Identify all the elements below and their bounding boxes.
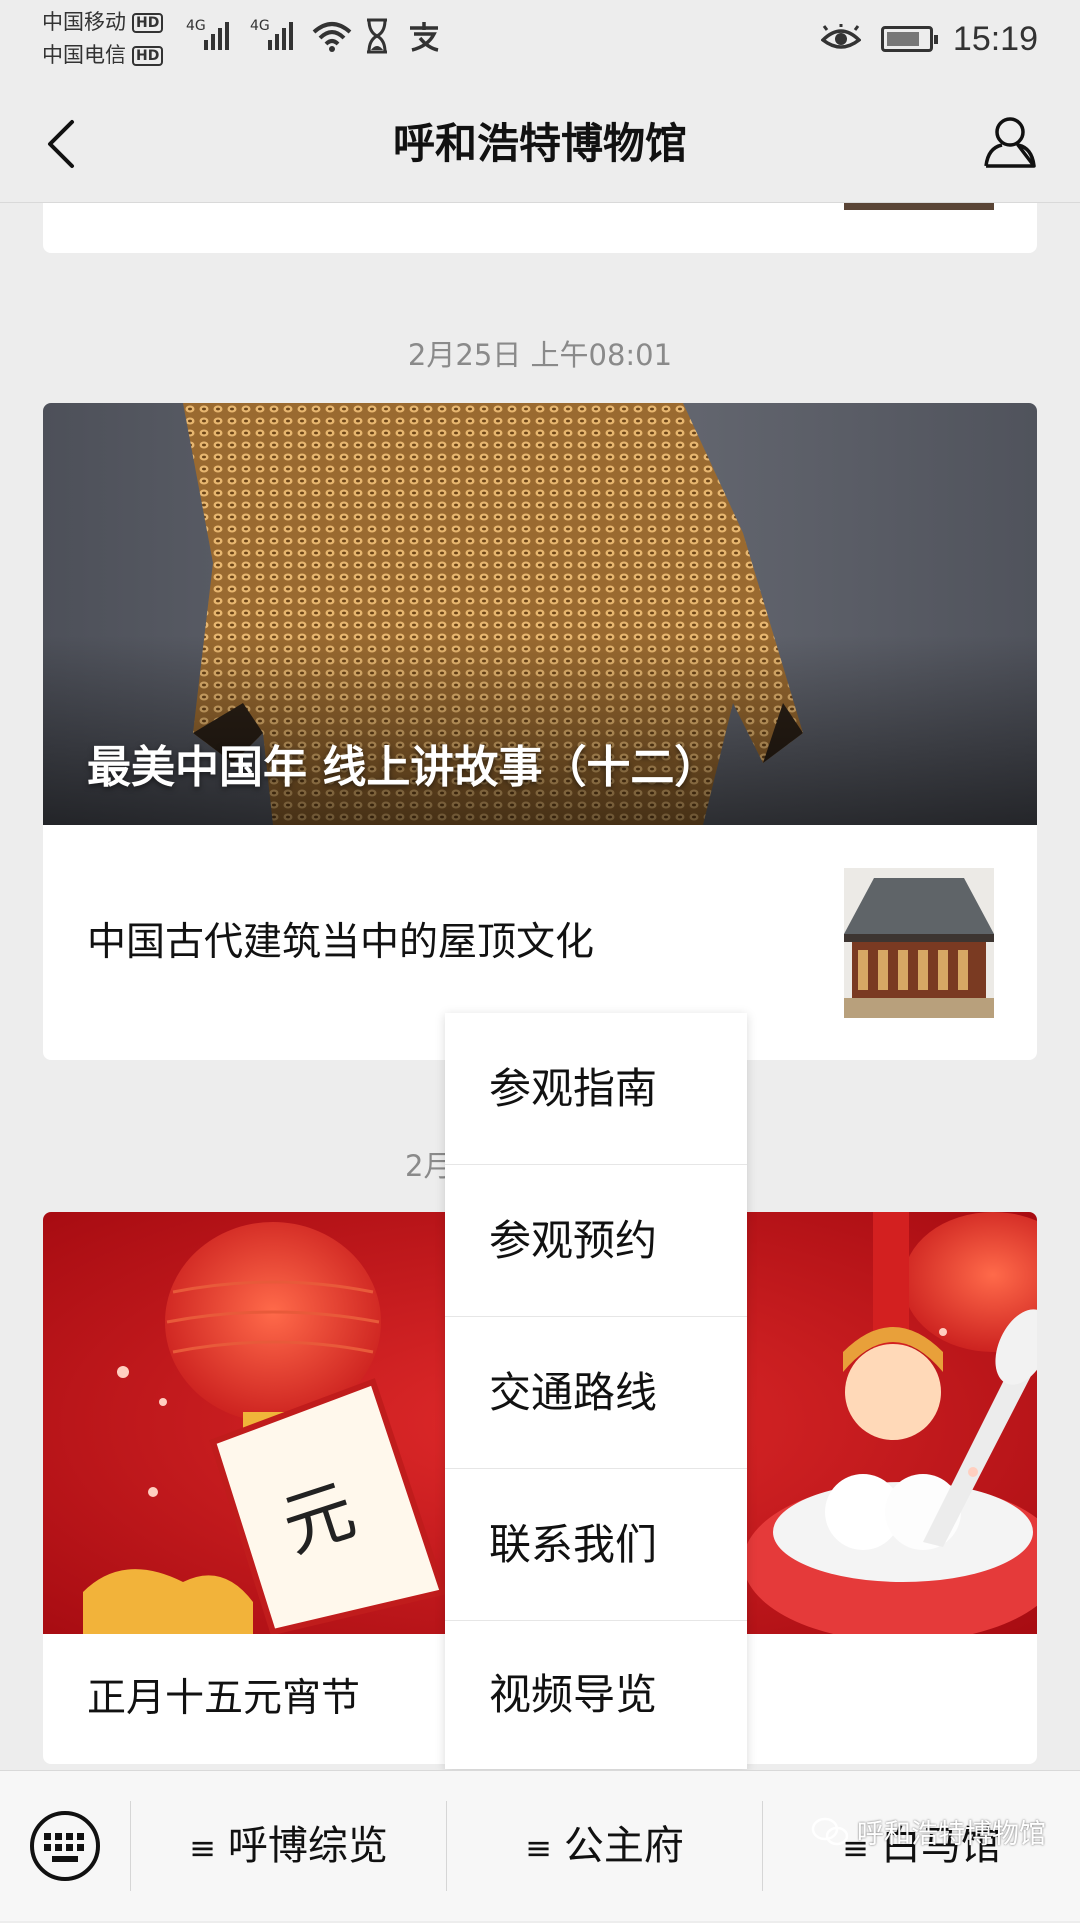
menu-lines-icon: ≡ xyxy=(525,1829,552,1867)
article-group-card: 最美中国年 线上讲故事（十二） 中国古代建筑当中的屋顶文化 xyxy=(43,403,1037,1060)
signal-icon xyxy=(204,16,229,50)
status-right: 15:19 xyxy=(820,14,1038,64)
carrier-info: 中国移动 HD 中国电信 HD xyxy=(42,6,164,72)
hourglass-icon xyxy=(367,18,387,54)
article-thumbnail xyxy=(844,203,994,210)
menu-tab-overview[interactable]: ≡ 呼博综览 xyxy=(131,1771,446,1923)
watermark-text: 呼和浩特博物馆 xyxy=(857,1819,1046,1850)
message-timestamp: 2月25日 上午08:01 xyxy=(407,338,673,372)
previous-article-card[interactable] xyxy=(43,203,1037,253)
menu-item-visit-guide[interactable]: 参观指南 xyxy=(445,1013,747,1165)
menu-item-video-tour[interactable]: 视频导览 xyxy=(445,1621,747,1769)
eye-icon xyxy=(820,24,861,49)
wechat-icon xyxy=(811,1817,849,1845)
alipay-icon xyxy=(410,22,439,52)
wechat-watermark: 呼和浩特博物馆 xyxy=(811,1812,1046,1851)
battery-icon xyxy=(880,26,938,52)
article-title: 正月十五元宵节 xyxy=(87,1676,361,1721)
menu-item-contact-us[interactable]: 联系我们 xyxy=(445,1469,747,1621)
article-thumbnail xyxy=(844,868,994,1018)
network-type: 4G xyxy=(250,18,270,34)
hd-badge: HD xyxy=(132,13,164,33)
signal-icon xyxy=(268,16,293,50)
menu-tab-princess-mansion[interactable]: ≡ 公主府 xyxy=(447,1771,762,1923)
menu-tab-label: 公主府 xyxy=(563,1823,684,1869)
status-bar: 中国移动 HD 中国电信 HD 4G 4G 15:19 xyxy=(0,0,1080,86)
menu-item-visit-booking[interactable]: 参观预约 xyxy=(445,1165,747,1317)
clock: 15:19 xyxy=(952,19,1038,58)
hd-badge: HD xyxy=(132,46,164,66)
menu-tab-label: 呼博综览 xyxy=(227,1823,388,1869)
page-title: 呼和浩特博物馆 xyxy=(392,119,687,168)
carrier-2: 中国电信 xyxy=(42,43,126,67)
submenu-popup: 参观指南 参观预约 交通路线 联系我们 视频导览 xyxy=(445,1013,747,1769)
menu-item-transport-route[interactable]: 交通路线 xyxy=(445,1317,747,1469)
menu-lines-icon: ≡ xyxy=(189,1829,216,1867)
hero-article[interactable]: 最美中国年 线上讲故事（十二） xyxy=(43,403,1037,825)
hero-article-title: 最美中国年 线上讲故事（十二） xyxy=(87,742,719,793)
profile-icon[interactable] xyxy=(980,112,1040,172)
network-type: 4G xyxy=(186,18,206,34)
carrier-1: 中国移动 xyxy=(42,10,126,34)
nav-bar: 呼和浩特博物馆 xyxy=(0,86,1080,203)
keyboard-icon[interactable] xyxy=(28,1809,102,1883)
wifi-icon xyxy=(312,22,352,52)
